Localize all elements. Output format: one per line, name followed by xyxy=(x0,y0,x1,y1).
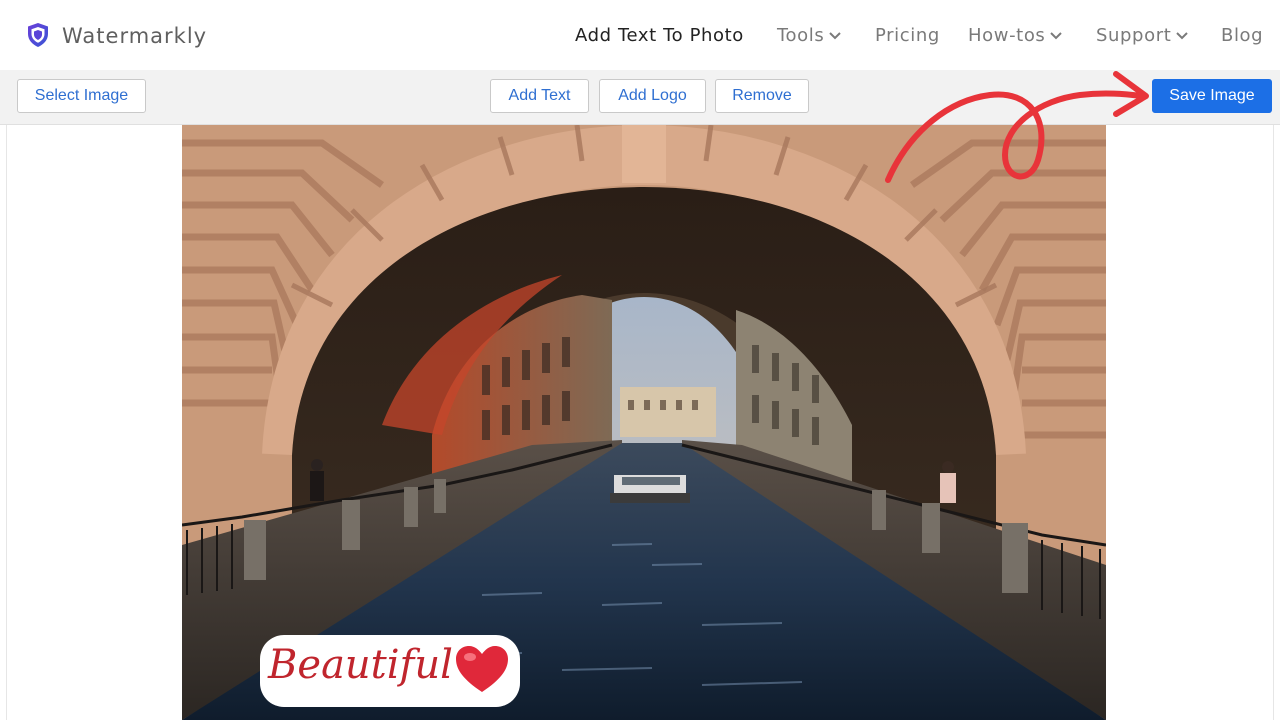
top-header: Watermarkly Add Text To Photo Tools Pric… xyxy=(0,0,1280,71)
nav-label: Add Text To Photo xyxy=(575,25,744,46)
remove-button[interactable]: Remove xyxy=(715,79,809,113)
chevron-down-icon xyxy=(1176,32,1189,40)
select-image-button[interactable]: Select Image xyxy=(17,79,146,113)
nav-label: Tools xyxy=(777,25,825,46)
nav-pricing[interactable]: Pricing xyxy=(875,25,940,46)
canal-photo-illustration xyxy=(182,125,1106,720)
nav-label: Support xyxy=(1096,25,1172,46)
nav-label: Pricing xyxy=(875,25,940,46)
nav-label: Blog xyxy=(1221,25,1264,46)
photo-canal-bridge[interactable] xyxy=(182,125,1106,720)
watermarkly-shield-logo-icon[interactable] xyxy=(26,22,50,48)
add-text-button[interactable]: Add Text xyxy=(490,79,589,113)
nav-blog[interactable]: Blog xyxy=(1221,25,1263,46)
editor-toolbar: Select Image Add Text Add Logo Remove Sa… xyxy=(0,70,1280,125)
chevron-down-icon xyxy=(1050,32,1063,40)
canvas-border-right xyxy=(1273,125,1274,720)
add-logo-button[interactable]: Add Logo xyxy=(599,79,706,113)
canvas-border-left xyxy=(6,125,7,720)
nav-support[interactable]: Support xyxy=(1096,25,1189,46)
nav-how-tos[interactable]: How-tos xyxy=(968,25,1063,46)
nav-add-text-to-photo[interactable]: Add Text To Photo xyxy=(575,25,744,46)
nav-label: How-tos xyxy=(968,25,1046,46)
nav-tools[interactable]: Tools xyxy=(777,25,842,46)
watermark-text[interactable]: Beautiful xyxy=(268,642,453,688)
brand-name[interactable]: Watermarkly xyxy=(62,24,207,48)
chevron-down-icon xyxy=(829,32,842,40)
heart-icon xyxy=(456,646,508,692)
save-image-button[interactable]: Save Image xyxy=(1152,79,1272,113)
